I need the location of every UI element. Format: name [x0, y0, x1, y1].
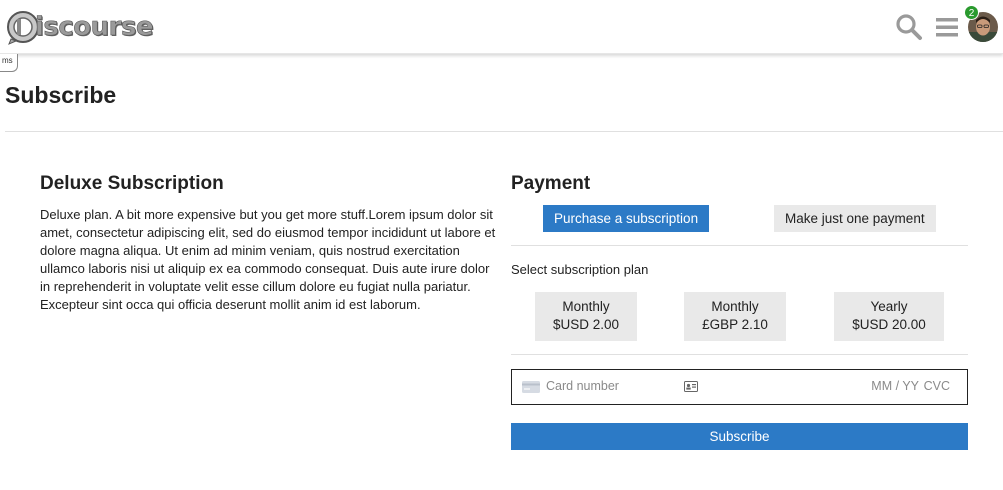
site-header: iscourse 2 — [0, 0, 1003, 54]
plan-option-interval: Yearly — [870, 299, 908, 314]
plan-option-interval: Monthly — [711, 299, 759, 314]
plan-option-interval: Monthly — [562, 299, 610, 314]
user-menu-button[interactable]: 2 — [964, 5, 998, 42]
divider — [511, 354, 968, 355]
hamburger-menu-button[interactable] — [933, 13, 961, 41]
card-input-field[interactable]: Card number MM / YY CVC — [511, 369, 968, 405]
plan-option-price: $USD 2.00 — [552, 317, 620, 332]
page-title: Subscribe — [5, 82, 117, 108]
select-plan-label: Select subscription plan — [511, 262, 649, 277]
divider — [511, 245, 968, 246]
plan-description: Deluxe plan. A bit more expensive but yo… — [40, 207, 496, 312]
one-time-payment-tab[interactable]: Make just one payment — [774, 205, 936, 232]
hamburger-menu-icon — [936, 18, 958, 37]
plan-option-price: $USD 20.00 — [852, 317, 926, 332]
notification-badge[interactable]: 2 — [964, 5, 979, 20]
card-number-placeholder: Card number — [546, 379, 619, 393]
card-expiry-placeholder: MM / YY — [871, 379, 919, 393]
subscribe-button[interactable]: Subscribe — [511, 423, 968, 450]
plan-option-yearly-usd[interactable]: Yearly $USD 20.00 — [834, 292, 944, 341]
tooltip-tab[interactable]: ms — [0, 54, 18, 72]
card-brand-icon — [522, 381, 540, 393]
divider — [5, 131, 1003, 132]
search-icon — [896, 14, 922, 40]
card-cvc-placeholder: CVC — [923, 379, 950, 393]
site-logo[interactable]: iscourse — [5, 8, 154, 46]
purchase-subscription-tab[interactable]: Purchase a subscription — [543, 205, 710, 232]
search-button[interactable] — [895, 13, 923, 41]
plan-option-price: £GBP 2.10 — [702, 317, 768, 332]
plan-title: Deluxe Subscription — [40, 173, 224, 194]
payment-title: Payment — [511, 173, 591, 194]
plan-option-monthly-usd[interactable]: Monthly $USD 2.00 — [535, 292, 637, 341]
plan-option-monthly-gbp[interactable]: Monthly £GBP 2.10 — [684, 292, 786, 341]
contact-card-icon — [684, 381, 698, 392]
logo-wordmark: iscourse — [35, 12, 154, 43]
